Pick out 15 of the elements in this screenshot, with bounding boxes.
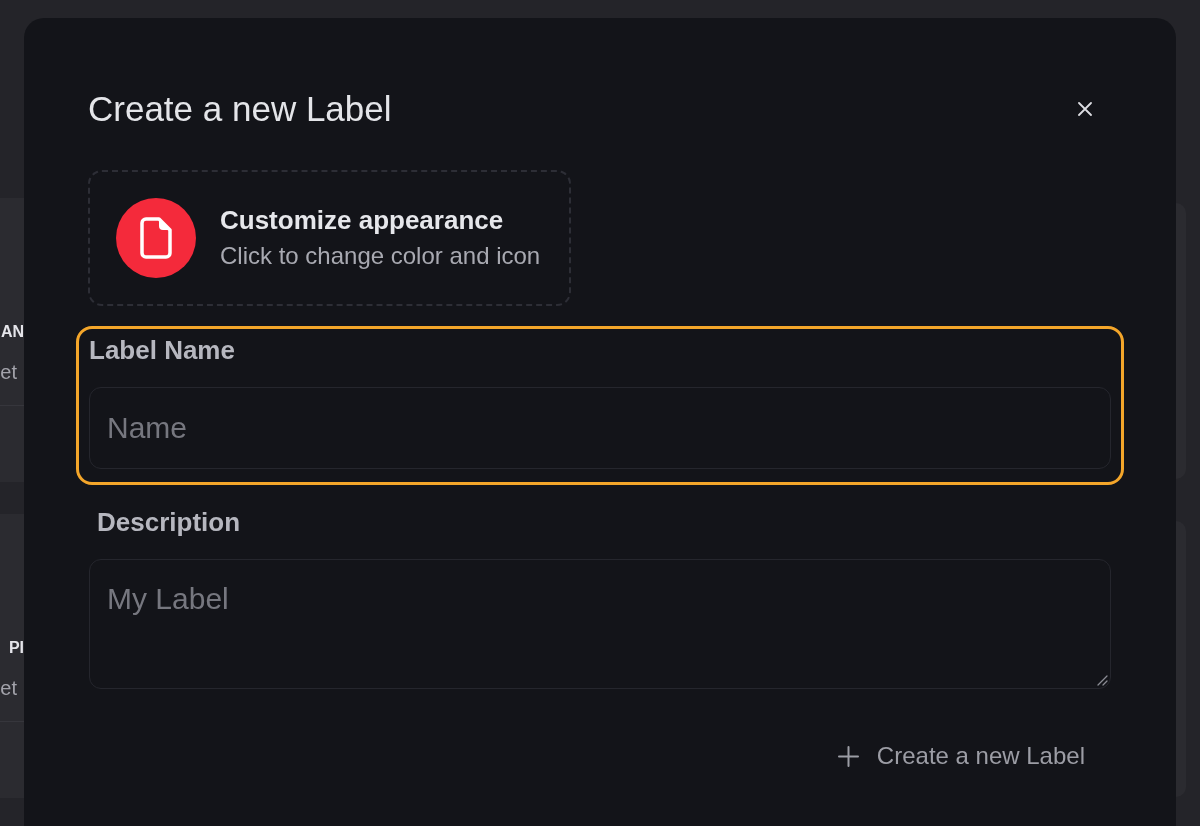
card-subtitle: et <box>0 360 18 384</box>
field-label: Description <box>97 507 241 537</box>
customize-appearance-button[interactable]: Customize appearance Click to change color and icon <box>88 170 571 306</box>
file-icon <box>116 198 196 278</box>
textarea-field[interactable]: My Label <box>89 559 1111 689</box>
card-title: PI <box>8 638 24 658</box>
text-input[interactable]: Name <box>89 387 1111 469</box>
resize-grip-icon <box>1097 675 1108 686</box>
plus-icon <box>837 745 859 767</box>
close-icon <box>1078 102 1092 116</box>
dialog-title: Create a new Label <box>88 88 392 130</box>
card-subtitle: et <box>0 676 18 700</box>
create-label-button[interactable]: Create a new Label <box>823 734 1099 778</box>
field-label: Label Name <box>89 335 235 365</box>
card-title: AN <box>0 322 24 342</box>
